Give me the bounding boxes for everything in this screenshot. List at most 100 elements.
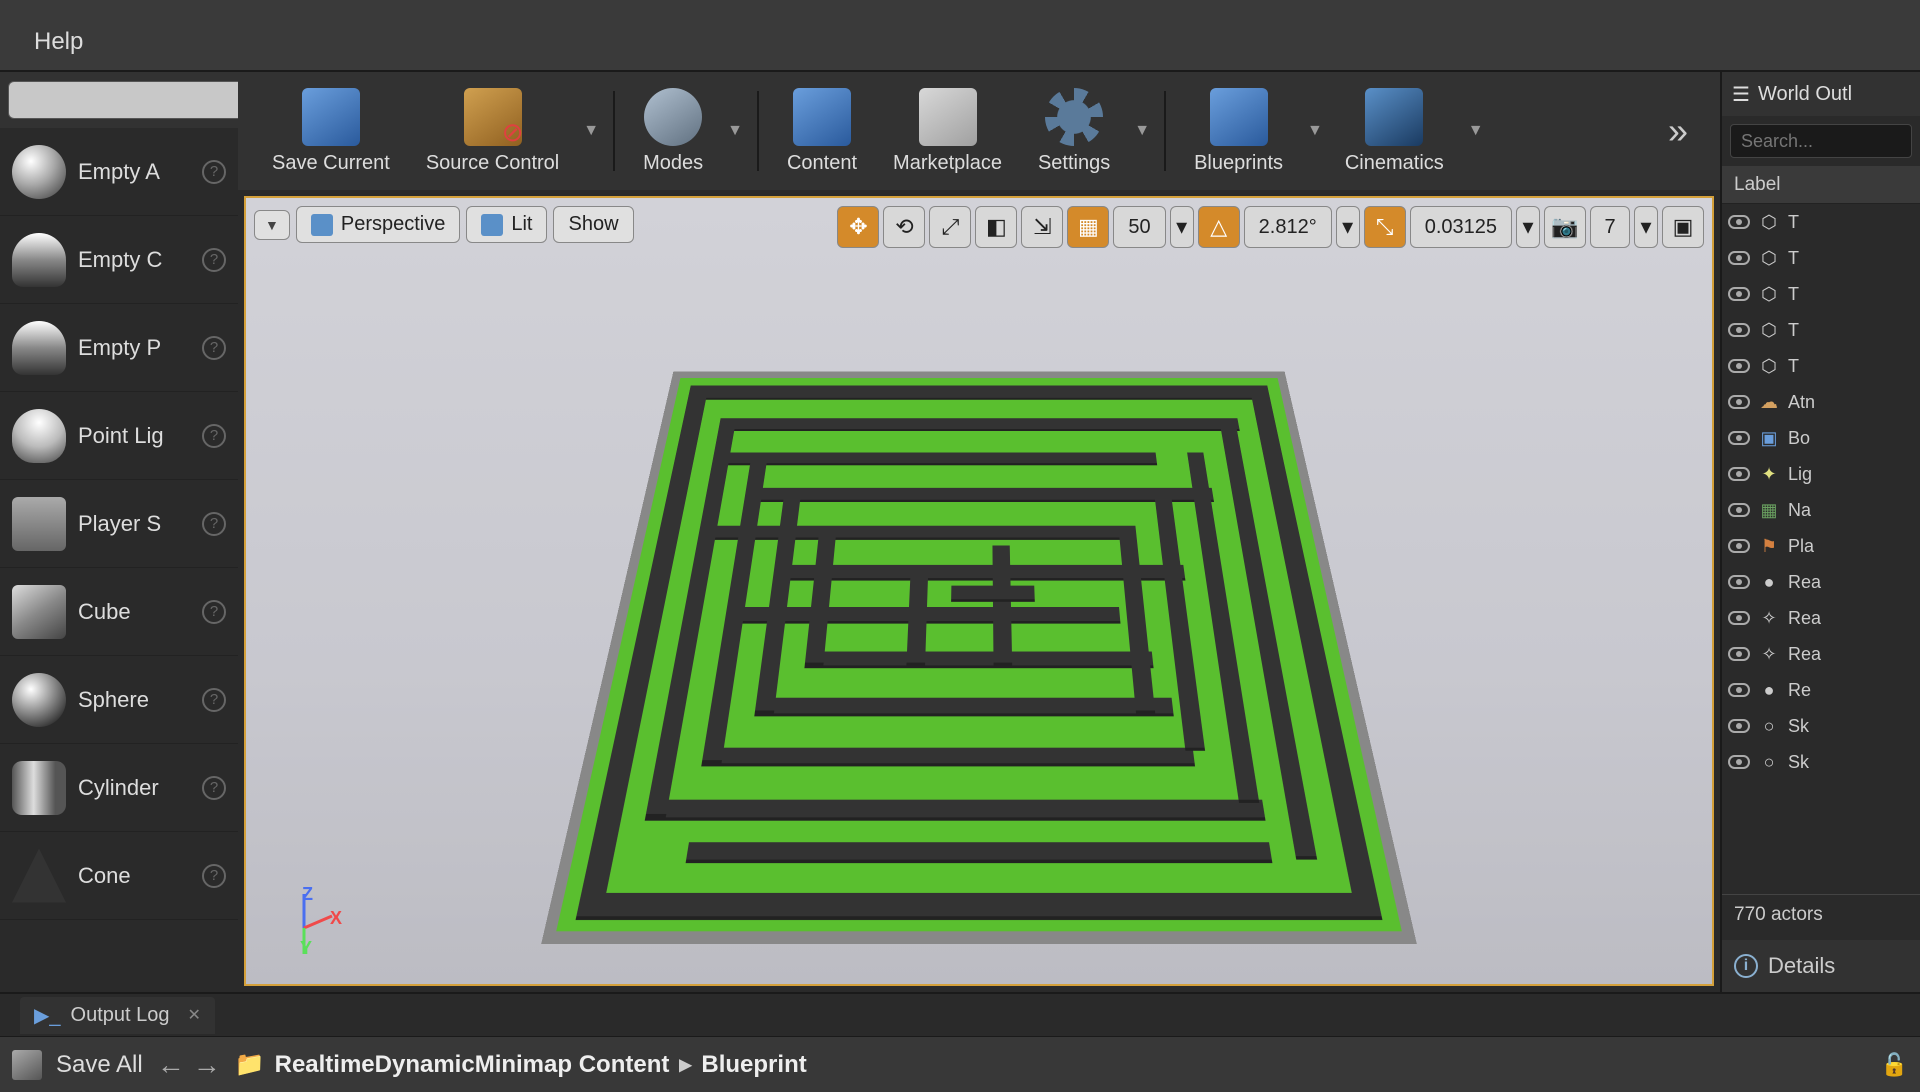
eye-icon[interactable] [1728,611,1750,625]
outliner-item[interactable]: ⚑Pla [1722,528,1920,564]
eye-icon[interactable] [1728,539,1750,553]
chevron-down-icon[interactable]: ▼ [1134,122,1150,140]
help-icon[interactable]: ? [202,160,226,184]
eye-icon[interactable] [1728,755,1750,769]
eye-icon[interactable] [1728,683,1750,697]
output-log-tab[interactable]: ▶_ Output Log ✕ [20,997,215,1034]
place-item-empty-actor[interactable]: Empty A? [0,128,238,216]
cinematics-button[interactable]: Cinematics [1331,82,1458,181]
place-item-empty-character[interactable]: Empty C? [0,216,238,304]
coord-space-button[interactable]: ◧ [975,206,1017,248]
place-item-empty-pawn[interactable]: Empty P? [0,304,238,392]
rotate-mode-button[interactable]: ⟲ [883,206,925,248]
outliner-item[interactable]: ●Re [1722,672,1920,708]
camera-speed-value[interactable]: 7 [1590,206,1630,248]
chevron-down-icon[interactable]: ▾ [1170,206,1194,248]
outliner-item[interactable]: ⬡T [1722,276,1920,312]
outliner-item[interactable]: ○Sk [1722,708,1920,744]
outliner-item[interactable]: ▦Na [1722,492,1920,528]
place-item-cylinder[interactable]: Cylinder? [0,744,238,832]
scale-snap-toggle[interactable]: ⤡ [1364,206,1406,248]
help-icon[interactable]: ? [202,688,226,712]
modes-button[interactable]: Modes [629,82,717,181]
sphere-icon: ● [1758,571,1780,593]
outliner-item[interactable]: ✧Rea [1722,600,1920,636]
place-item-sphere[interactable]: Sphere? [0,656,238,744]
chevron-down-icon[interactable]: ▾ [1336,206,1360,248]
camera-speed-button[interactable]: 📷 [1544,206,1586,248]
marketplace-button[interactable]: Marketplace [879,82,1016,181]
outliner-item[interactable]: ⬡T [1722,312,1920,348]
eye-icon[interactable] [1728,251,1750,265]
settings-button[interactable]: Settings [1024,82,1124,181]
show-button[interactable]: Show [553,206,633,243]
place-item-player-start[interactable]: Player S? [0,480,238,568]
outliner-item[interactable]: ●Rea [1722,564,1920,600]
breadcrumb-sub[interactable]: Blueprint [701,1051,806,1079]
outliner-item[interactable]: ☁Atn [1722,384,1920,420]
content-button[interactable]: Content [773,82,871,181]
chevron-down-icon[interactable]: ▼ [1307,122,1323,140]
help-icon[interactable]: ? [202,776,226,800]
lit-mode-button[interactable]: Lit [466,206,547,243]
grid-snap-toggle[interactable]: ▦ [1067,206,1109,248]
chevron-down-icon[interactable]: ▼ [727,122,743,140]
save-all-button[interactable]: Save All [56,1051,143,1079]
outliner-item[interactable]: ✦Lig [1722,456,1920,492]
viewport[interactable]: ▼ Perspective Lit Show ✥ ⟲ ⤢ ◧ ⇲ ▦ 50 ▾ … [244,196,1714,986]
save-current-button[interactable]: Save Current [258,82,404,181]
chevron-down-icon[interactable]: ▼ [1468,122,1484,140]
eye-icon[interactable] [1728,359,1750,373]
toolbar-overflow-button[interactable]: » [1656,110,1700,152]
rotation-snap-value[interactable]: 2.812° [1244,206,1332,248]
eye-icon[interactable] [1728,287,1750,301]
eye-icon[interactable] [1728,647,1750,661]
help-icon[interactable]: ? [202,600,226,624]
maximize-viewport-button[interactable]: ▣ [1662,206,1704,248]
grid-snap-value[interactable]: 50 [1113,206,1165,248]
view-mode-button[interactable]: Perspective [296,206,461,243]
source-control-button[interactable]: Source Control [412,82,573,181]
menu-help[interactable]: Help [20,22,97,62]
eye-icon[interactable] [1728,323,1750,337]
translate-mode-button[interactable]: ✥ [837,206,879,248]
eye-icon[interactable] [1728,575,1750,589]
outliner-item[interactable]: ▣Bo [1722,420,1920,456]
outliner-column-header[interactable]: Label [1722,166,1920,204]
breadcrumb-root[interactable]: RealtimeDynamicMinimap Content [275,1051,670,1079]
back-button[interactable]: ← [157,1049,185,1081]
scale-snap-value[interactable]: 0.03125 [1410,206,1512,248]
close-icon[interactable]: ✕ [187,1005,200,1025]
eye-icon[interactable] [1728,215,1750,229]
surface-snap-button[interactable]: ⇲ [1021,206,1063,248]
outliner-item[interactable]: ⬡T [1722,204,1920,240]
outliner-item[interactable]: ⬡T [1722,240,1920,276]
outliner-item[interactable]: ○Sk [1722,744,1920,780]
help-icon[interactable]: ? [202,248,226,272]
eye-icon[interactable] [1728,395,1750,409]
outliner-item[interactable]: ✧Rea [1722,636,1920,672]
forward-button[interactable]: → [193,1049,221,1081]
rotation-snap-toggle[interactable]: △ [1198,206,1240,248]
details-panel-header[interactable]: i Details [1722,940,1920,992]
blueprints-button[interactable]: Blueprints [1180,82,1297,181]
chevron-down-icon[interactable]: ▾ [1516,206,1540,248]
eye-icon[interactable] [1728,467,1750,481]
outliner-item[interactable]: ⬡T [1722,348,1920,384]
help-icon[interactable]: ? [202,424,226,448]
chevron-down-icon[interactable]: ▾ [1634,206,1658,248]
eye-icon[interactable] [1728,719,1750,733]
eye-icon[interactable] [1728,503,1750,517]
place-item-cone[interactable]: Cone? [0,832,238,920]
help-icon[interactable]: ? [202,864,226,888]
scale-mode-button[interactable]: ⤢ [929,206,971,248]
chevron-down-icon[interactable]: ▼ [583,122,599,140]
place-item-point-light[interactable]: Point Lig? [0,392,238,480]
help-icon[interactable]: ? [202,512,226,536]
viewport-options-button[interactable]: ▼ [254,210,290,240]
help-icon[interactable]: ? [202,336,226,360]
place-item-cube[interactable]: Cube? [0,568,238,656]
outliner-search-input[interactable] [1730,124,1912,158]
lock-icon[interactable]: 🔓 [1881,1052,1908,1078]
eye-icon[interactable] [1728,431,1750,445]
